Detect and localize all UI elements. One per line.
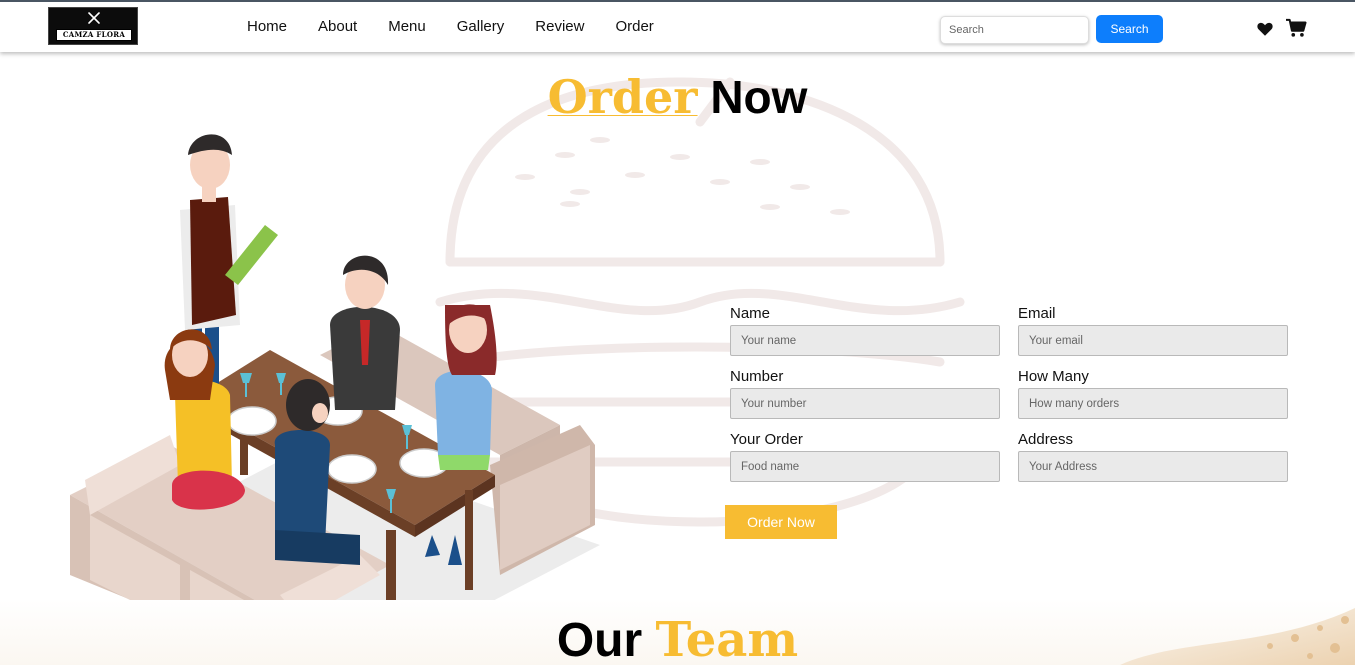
nav-link-order[interactable]: Order — [615, 18, 653, 35]
address-label: Address — [1018, 431, 1074, 448]
restaurant-dining-illustration — [70, 134, 600, 665]
order-section-title: Order Now — [0, 70, 1355, 124]
name-label: Name — [730, 305, 771, 322]
nav-link-gallery[interactable]: Gallery — [457, 18, 505, 35]
number-label: Number — [730, 368, 784, 385]
cart-icon[interactable] — [1285, 18, 1307, 38]
nav-link-home[interactable]: Home — [247, 18, 287, 35]
your-order-label: Your Order — [730, 431, 803, 448]
order-title-accent: Order — [547, 70, 698, 124]
logo-text: CAMZA FLORA — [62, 30, 126, 39]
search-button[interactable]: Search — [1096, 15, 1163, 43]
navbar: CAMZA FLORA Home About Menu Gallery Revi… — [0, 0, 1355, 52]
nav-link-about[interactable]: About — [318, 18, 357, 35]
crossed-utensils-icon — [88, 12, 100, 24]
team-title-accent: Team — [655, 612, 799, 668]
search-input[interactable] — [940, 16, 1089, 44]
order-title-rest: Now — [710, 71, 808, 123]
team-section-title: Our Team — [0, 612, 1355, 668]
address-field[interactable] — [1018, 451, 1288, 482]
number-field[interactable] — [730, 388, 1000, 419]
nav-link-review[interactable]: Review — [535, 18, 584, 35]
email-label: Email — [1018, 305, 1056, 322]
order-now-button[interactable]: Order Now — [725, 505, 837, 539]
nav-links: Home About Menu Gallery Review Order — [247, 18, 685, 35]
brand-logo[interactable]: CAMZA FLORA — [48, 7, 138, 45]
nav-link-menu[interactable]: Menu — [388, 18, 426, 35]
food-name-field[interactable] — [730, 451, 1000, 482]
how-many-label: How Many — [1018, 368, 1089, 385]
name-field[interactable] — [730, 325, 1000, 356]
team-title-dark: Our — [556, 614, 643, 667]
heart-icon[interactable] — [1256, 20, 1274, 38]
email-field[interactable] — [1018, 325, 1288, 356]
how-many-field[interactable] — [1018, 388, 1288, 419]
